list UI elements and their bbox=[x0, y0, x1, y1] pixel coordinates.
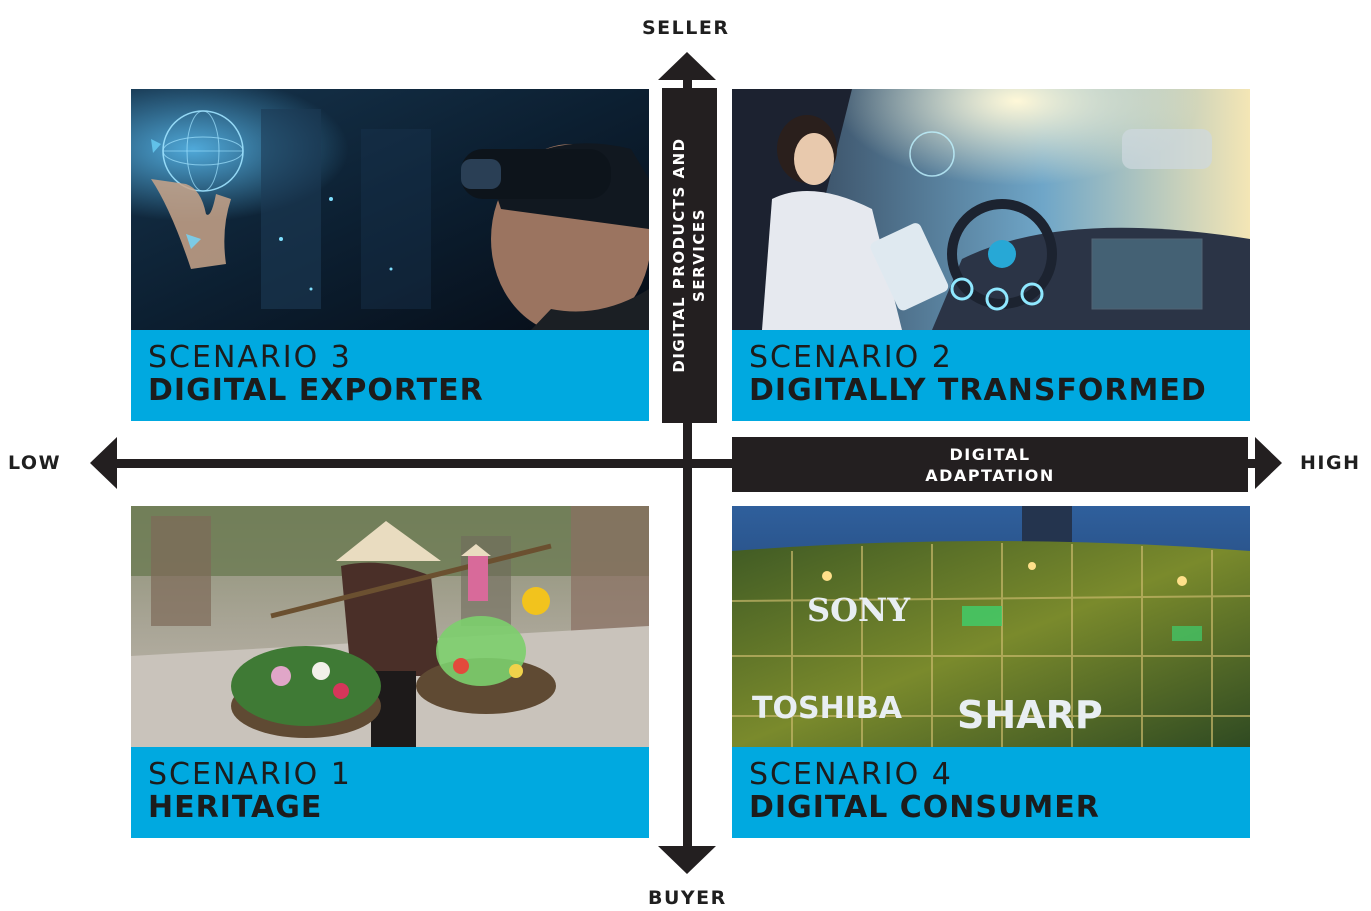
scenario-3-number: SCENARIO 3 bbox=[148, 340, 352, 375]
quadrant-scenario-2: SCENARIO 2 DIGITALLY TRANSFORMED bbox=[732, 89, 1250, 421]
sign-sony: SONY bbox=[807, 591, 911, 629]
vertical-axis-label-box: DIGITAL PRODUCTS AND SERVICES bbox=[662, 88, 717, 423]
photo-electronics-building: SONY TOSHIBA SHARP bbox=[732, 506, 1250, 747]
vertical-axis-label-line2: SERVICES bbox=[690, 208, 708, 302]
sign-sharp: SHARP bbox=[957, 693, 1103, 737]
vertical-axis-label: DIGITAL PRODUCTS AND SERVICES bbox=[669, 95, 709, 415]
scenario-3-title: DIGITAL EXPORTER bbox=[148, 373, 484, 408]
scenario-4-number: SCENARIO 4 bbox=[749, 757, 953, 792]
right-arrow-icon bbox=[1255, 437, 1282, 489]
scenario-1-number: SCENARIO 1 bbox=[148, 757, 352, 792]
vertical-axis-label-line1: DIGITAL PRODUCTS AND bbox=[670, 137, 688, 373]
left-arrow-icon bbox=[90, 437, 117, 489]
scenario-3-caption: SCENARIO 3 DIGITAL EXPORTER bbox=[131, 330, 649, 421]
scenario-2-number: SCENARIO 2 bbox=[749, 340, 953, 375]
quadrant-scenario-3: SCENARIO 3 DIGITAL EXPORTER bbox=[131, 89, 649, 421]
scenario-1-caption: SCENARIO 1 HERITAGE bbox=[131, 747, 649, 838]
low-label: LOW bbox=[8, 452, 62, 474]
scenario-4-caption: SCENARIO 4 DIGITAL CONSUMER bbox=[732, 747, 1250, 838]
buyer-label: BUYER bbox=[648, 887, 727, 909]
up-arrow-icon bbox=[658, 52, 716, 80]
photo-headset bbox=[131, 89, 649, 330]
scenario-2-caption: SCENARIO 2 DIGITALLY TRANSFORMED bbox=[732, 330, 1250, 421]
quadrant-scenario-4: SONY TOSHIBA SHARP SCENARIO 4 DIGITAL CO… bbox=[732, 506, 1250, 838]
scenario-2-title: DIGITALLY TRANSFORMED bbox=[749, 373, 1207, 408]
scenario-1-title: HERITAGE bbox=[148, 790, 323, 825]
sign-toshiba: TOSHIBA bbox=[752, 691, 903, 726]
horizontal-axis-label-line2: ADAPTATION bbox=[925, 465, 1055, 485]
high-label: HIGH bbox=[1300, 452, 1361, 474]
scenario-4-title: DIGITAL CONSUMER bbox=[749, 790, 1100, 825]
photo-self-driving-car bbox=[732, 89, 1250, 330]
seller-label: SELLER bbox=[642, 17, 730, 39]
horizontal-axis-label-line1: DIGITAL bbox=[949, 444, 1031, 464]
horizontal-axis-label-box: DIGITAL ADAPTATION bbox=[732, 437, 1248, 492]
quadrant-scenario-1: SCENARIO 1 HERITAGE bbox=[131, 506, 649, 838]
down-arrow-icon bbox=[658, 846, 716, 874]
photo-street-vendor bbox=[131, 506, 649, 747]
